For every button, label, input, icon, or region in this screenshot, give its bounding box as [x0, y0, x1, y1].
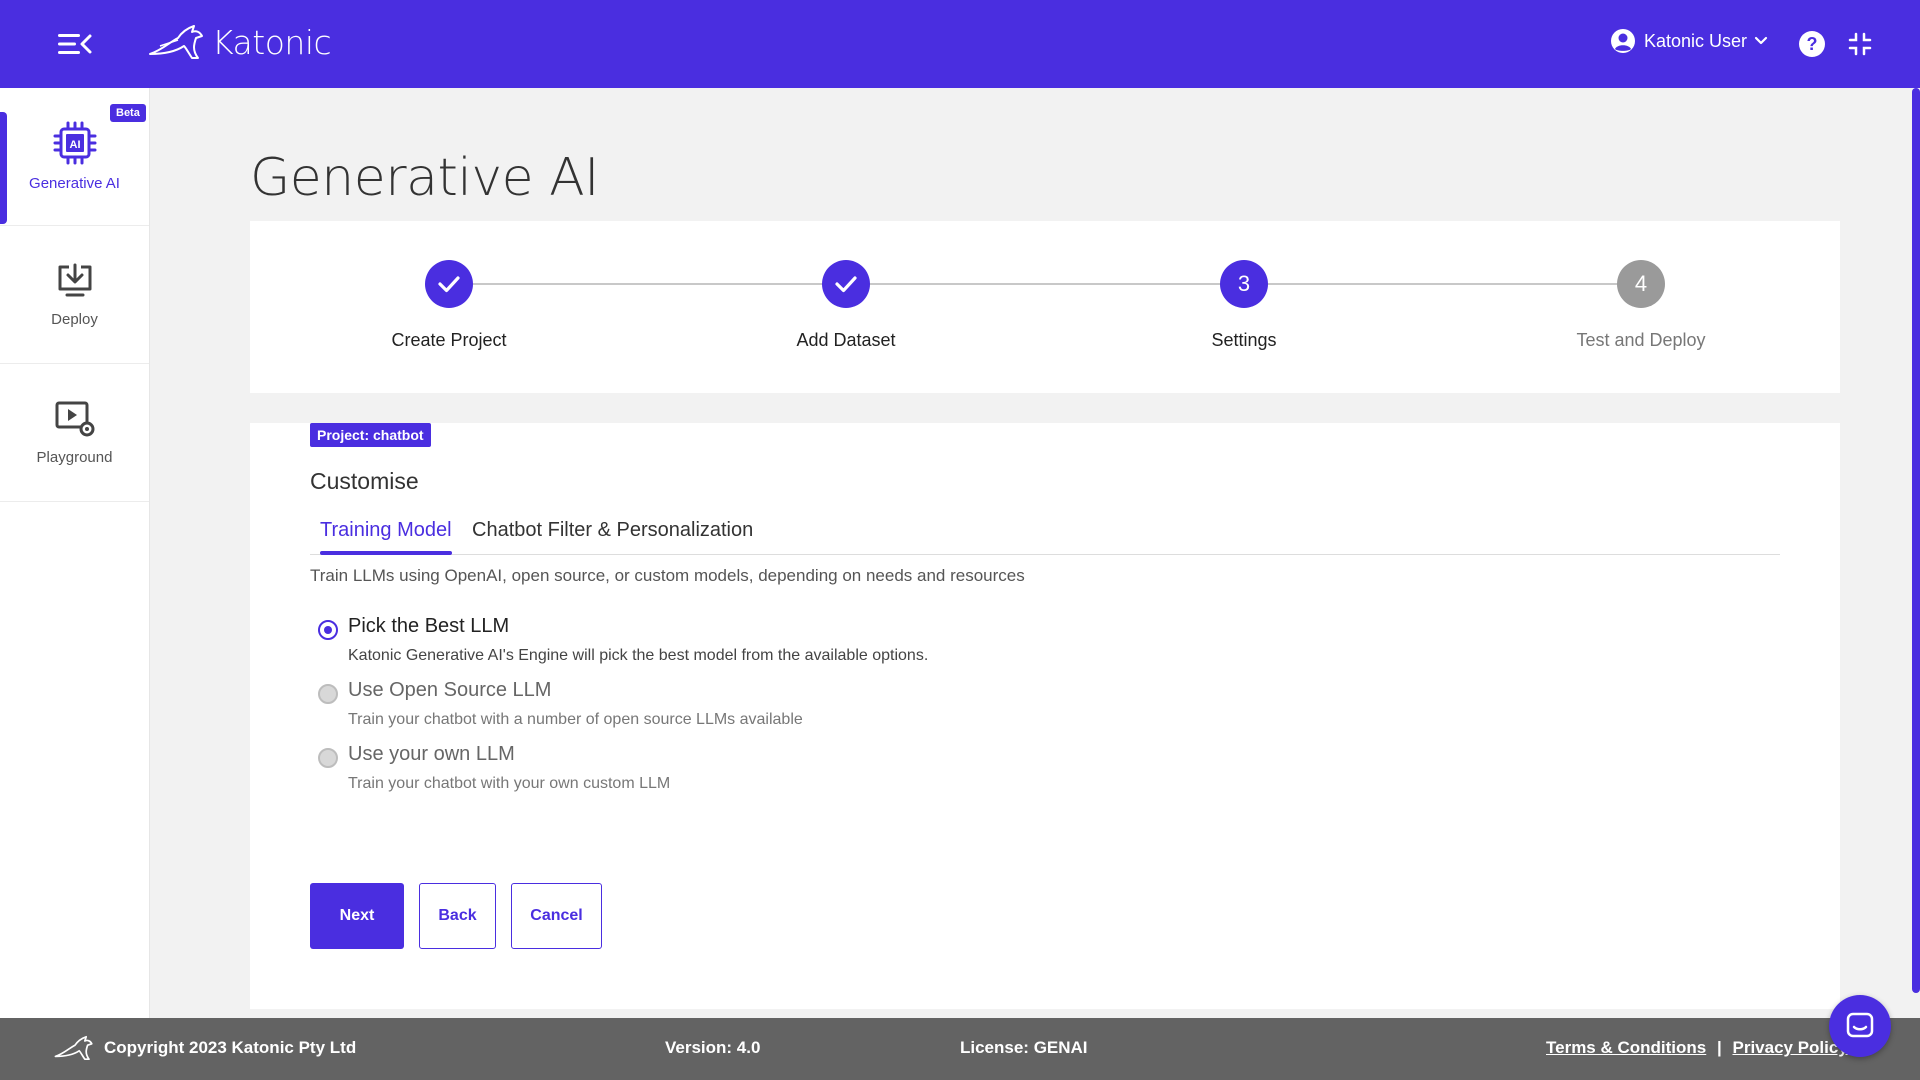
description-text: Train LLMs using OpenAI, open source, or… — [310, 566, 1025, 585]
chevron-down-icon — [1754, 36, 1768, 45]
back-button[interactable]: Back — [419, 883, 496, 949]
step-number: 3 — [1220, 260, 1268, 308]
active-tab-indicator — [320, 551, 452, 555]
logo[interactable]: Katonic — [148, 22, 332, 62]
step-create-project: Create Project — [319, 260, 579, 351]
sidebar-item-playground[interactable]: Playground — [0, 364, 149, 502]
sidebar-item-generative-ai[interactable]: Beta AI Generative AI — [0, 88, 149, 226]
footer: Copyright 2023 Katonic Pty Ltd Version: … — [0, 1018, 1920, 1080]
option-title: Pick the Best LLM — [348, 615, 510, 637]
step-complete-icon — [425, 260, 473, 308]
menu-toggle-icon[interactable] — [54, 28, 94, 60]
top-bar: Katonic Katonic User ? — [0, 0, 1920, 88]
kangaroo-logo-icon — [149, 25, 203, 59]
copyright-text: Copyright 2023 Katonic Pty Ltd — [104, 1038, 357, 1057]
option-subtitle: Train your chatbot with your own custom … — [348, 775, 671, 792]
privacy-link[interactable]: Privacy Policy — [1732, 1038, 1847, 1057]
stepper-line — [471, 283, 1619, 285]
sidebar-item-label: Generative AI — [29, 175, 120, 192]
logo-text: Katonic — [212, 22, 332, 62]
ai-chip-icon: AI — [53, 121, 96, 165]
step-label: Add Dataset — [796, 330, 896, 350]
step-label: Create Project — [391, 330, 507, 350]
scrollbar[interactable] — [1912, 88, 1920, 993]
option-subtitle: Katonic Generative AI's Engine will pick… — [348, 647, 929, 664]
user-menu[interactable]: Katonic User — [1610, 28, 1769, 54]
step-number: 4 — [1617, 260, 1665, 308]
sidebar: Beta AI Generative AI Deploy Playground — [0, 88, 150, 1018]
next-button[interactable]: Next — [310, 883, 404, 949]
option-subtitle: Train your chatbot with a number of open… — [348, 711, 803, 728]
kangaroo-logo-icon — [54, 1035, 93, 1061]
section-title: Customise — [310, 468, 419, 494]
stepper: Create Project Add Dataset 3 Settings 4 … — [250, 221, 1840, 393]
radio-unchecked[interactable] — [318, 684, 338, 704]
cancel-button[interactable]: Cancel — [511, 883, 602, 949]
exit-fullscreen-icon[interactable] — [1848, 32, 1872, 56]
help-icon[interactable]: ? — [1798, 30, 1826, 58]
license-text: License: GENAI — [960, 1038, 1088, 1057]
chat-launcher-button[interactable] — [1829, 995, 1891, 1057]
svg-text:?: ? — [1807, 34, 1818, 54]
tab-chatbot-filter[interactable]: Chatbot Filter & Personalization — [472, 519, 753, 542]
user-name: Katonic User — [1644, 30, 1748, 51]
step-settings: 3 Settings — [1114, 260, 1374, 351]
footer-separator: | — [1716, 1038, 1722, 1057]
playground-icon — [55, 401, 94, 437]
option-title: Use your own LLM — [348, 743, 515, 765]
project-badge: Project: chatbot — [310, 423, 431, 447]
tab-bar: Training Model Chatbot Filter & Personal… — [310, 513, 1780, 555]
sidebar-item-deploy[interactable]: Deploy — [0, 226, 149, 364]
step-label: Test and Deploy — [1576, 330, 1706, 350]
svg-text:AI: AI — [69, 139, 80, 151]
terms-link[interactable]: Terms & Conditions — [1546, 1038, 1706, 1057]
step-add-dataset: Add Dataset — [716, 260, 976, 351]
beta-badge: Beta — [110, 104, 146, 122]
user-avatar-icon — [1611, 29, 1635, 53]
deploy-icon — [58, 263, 91, 297]
chat-icon — [1846, 1012, 1874, 1038]
tab-training-model[interactable]: Training Model — [320, 519, 452, 542]
radio-checked[interactable] — [318, 620, 338, 640]
version-text: Version: 4.0 — [665, 1038, 761, 1057]
radio-unchecked[interactable] — [318, 748, 338, 768]
option-title: Use Open Source LLM — [348, 679, 552, 701]
sidebar-item-label: Deploy — [51, 311, 98, 328]
page-title: Generative AI — [250, 148, 600, 208]
step-label: Settings — [1211, 330, 1277, 350]
customise-card: Project: chatbot Customise Training Mode… — [250, 423, 1840, 1009]
step-complete-icon — [822, 260, 870, 308]
step-test-and-deploy: 4 Test and Deploy — [1511, 260, 1771, 351]
sidebar-item-label: Playground — [36, 449, 113, 466]
